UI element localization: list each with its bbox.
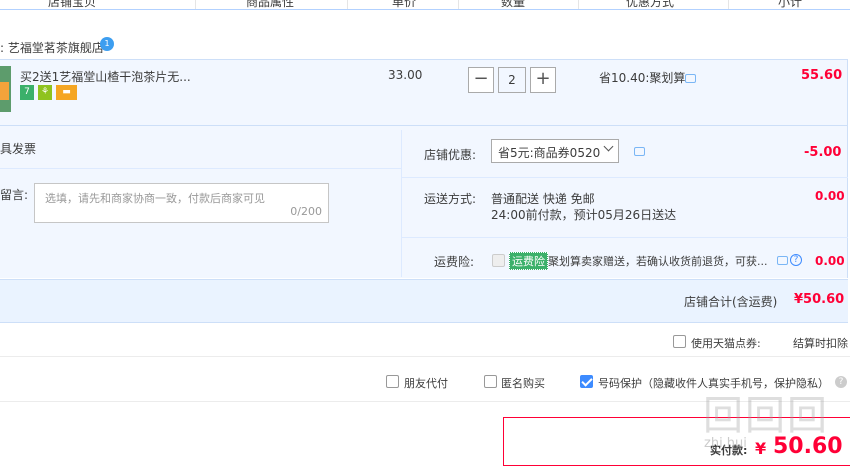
col-item-header: 店铺宝贝 [48, 0, 97, 9]
shop-discount-amount: -5.00 [804, 145, 842, 160]
wangwang-chat-icon[interactable]: 1 [100, 37, 114, 51]
help-icon[interactable]: ? [835, 376, 847, 388]
promo-text: 省10.40:聚划算 [599, 71, 686, 85]
shipping-amount: 0.00 [815, 189, 845, 203]
seven-day-return-icon[interactable]: 7 [20, 85, 34, 100]
divider [402, 177, 848, 178]
item-subtotal: 55.60 [801, 68, 843, 83]
friend-pay-label: 朋友代付 [404, 377, 448, 390]
tmall-coupon-label: 使用天猫点券: [691, 337, 761, 350]
shop-discount-value: 省5元:商品券0520 [498, 146, 601, 160]
number-protect-checkbox[interactable] [580, 375, 593, 388]
message-label: 留言: [0, 188, 29, 202]
divider [402, 237, 848, 238]
buyer-message-textarea[interactable]: 选填，请先和商家协商一致，付款后商家可见 0/200 [34, 183, 329, 223]
shipping-eta: 24:00前付款，预计05月26日送达 [491, 208, 677, 222]
header-divider [728, 0, 729, 9]
payment-currency: ¥ [755, 439, 767, 458]
coupon-note: 结算时扣除 [793, 337, 848, 350]
watermark-logo: 回回回 [703, 393, 829, 439]
friend-pay-checkbox[interactable] [386, 375, 399, 388]
insurance-description: 聚划算卖家赠送，若确认收货前退货，可获... [548, 255, 768, 268]
insurance-badge: 运费险 [509, 252, 548, 270]
watermark-text: zhi.hui [704, 436, 747, 451]
credit-card-icon[interactable]: ▬ [56, 85, 77, 100]
shop-total-label: 店铺合计(含运费) [684, 295, 778, 309]
message-placeholder: 选填，请先和商家协商一致，付款后商家可见 [45, 192, 265, 205]
cart-header-row: 店铺宝贝 商品属性 单价 数量 优惠方式 小计 [0, 0, 850, 10]
anonymous-checkbox[interactable] [484, 375, 497, 388]
tmall-coupon-checkbox[interactable] [673, 335, 686, 348]
insurance-checkbox[interactable] [492, 254, 505, 267]
quantity-input[interactable]: 2 [498, 67, 526, 93]
quantity-minus-button[interactable]: − [468, 67, 494, 93]
shop-discount-select[interactable]: 省5元:商品券0520 [491, 139, 619, 163]
promo-info-icon[interactable] [685, 74, 696, 83]
shop-total-value: ¥50.60 [794, 292, 845, 307]
header-divider [458, 0, 459, 9]
question-icon[interactable]: ? [790, 254, 802, 266]
discount-info-icon[interactable] [634, 147, 645, 156]
header-divider [578, 0, 579, 9]
chevron-down-icon [603, 141, 614, 152]
shipping-method: 普通配送 快递 免邮 [491, 192, 595, 206]
unit-price: 33.00 [388, 68, 423, 82]
divider [0, 168, 401, 169]
quantity-stepper: − 2 + [468, 67, 556, 93]
shop-discount-label: 店铺优惠: [424, 148, 477, 162]
product-thumbnail-accent [0, 82, 9, 100]
invoice-label: 具发票 [0, 142, 37, 156]
guarantee-icon[interactable]: ⚘ [38, 85, 52, 100]
header-divider [195, 0, 196, 9]
divider [401, 130, 402, 277]
shipping-label: 运送方式: [424, 192, 477, 206]
quantity-plus-button[interactable]: + [530, 67, 556, 93]
insurance-amount: 0.00 [815, 254, 845, 268]
col-attr-header: 商品属性 [246, 0, 295, 9]
col-promo-header: 优惠方式 [626, 0, 675, 9]
anonymous-label: 匿名购买 [501, 377, 545, 390]
col-qty-header: 数量 [501, 0, 526, 9]
shop-name-link[interactable]: : 艺福堂茗茶旗舰店 [0, 39, 104, 56]
col-price-header: 单价 [392, 0, 417, 9]
message-char-count: 0/200 [290, 205, 322, 218]
insurance-label: 运费险: [434, 255, 475, 269]
product-title-link[interactable]: 买2送1艺福堂山楂干泡茶片无... [20, 68, 191, 85]
insurance-info-icon[interactable] [777, 256, 788, 265]
col-subtotal-header: 小计 [778, 0, 803, 9]
header-divider [347, 0, 348, 9]
